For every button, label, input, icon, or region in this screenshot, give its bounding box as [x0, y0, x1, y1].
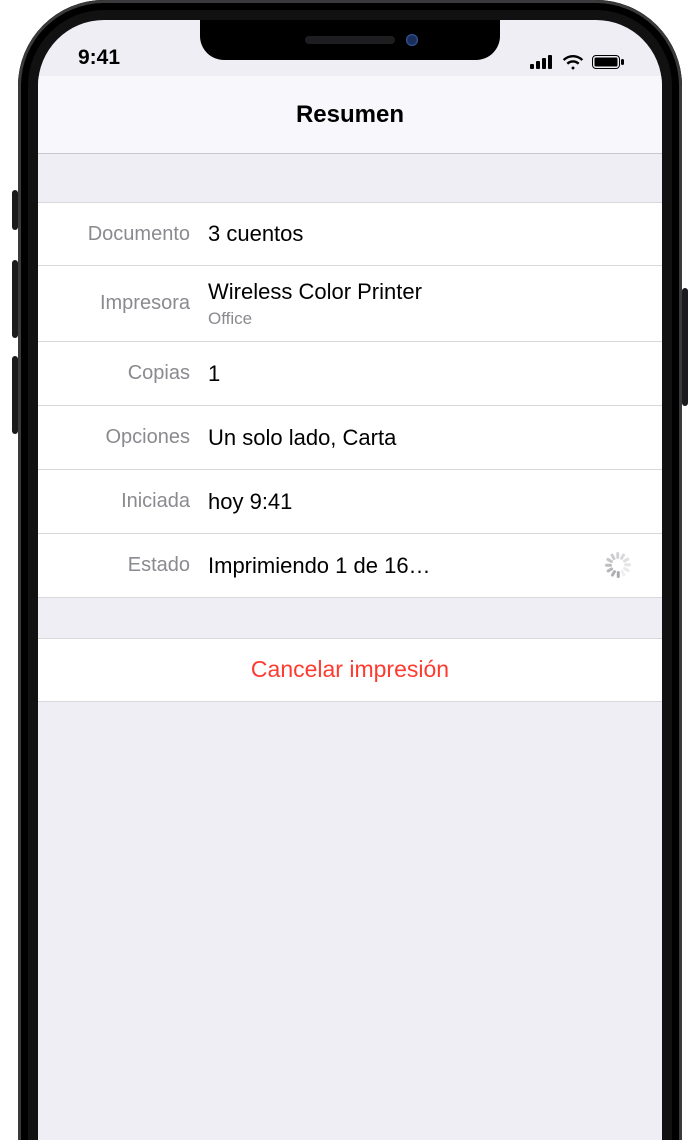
row-status: Estado Imprimiendo 1 de 16… [38, 534, 662, 598]
row-copies-label: Copias [38, 362, 208, 385]
row-printer-sub: Office [208, 308, 642, 329]
side-button [682, 288, 688, 406]
row-status-value: Imprimiendo 1 de 16… [208, 552, 594, 580]
row-document-value: 3 cuentos [208, 220, 642, 248]
wifi-icon [562, 54, 584, 70]
page-title: Resumen [296, 101, 404, 129]
section-gap [38, 154, 662, 202]
row-printer: Impresora Wireless Color Printer Office [38, 266, 662, 342]
row-document: Documento 3 cuentos [38, 202, 662, 266]
screen: 9:41 [38, 20, 662, 1140]
row-started: Iniciada hoy 9:41 [38, 470, 662, 534]
row-status-label: Estado [38, 554, 208, 577]
row-options-label: Opciones [38, 426, 208, 449]
mute-switch [12, 190, 18, 230]
row-options-value: Un solo lado, Carta [208, 424, 642, 452]
speaker-grille [305, 36, 395, 44]
navbar: Resumen [38, 76, 662, 154]
cancel-print-label: Cancelar impresión [251, 656, 449, 683]
cancel-print-button[interactable]: Cancelar impresión [38, 638, 662, 702]
row-printer-label: Impresora [38, 292, 208, 315]
row-started-value: hoy 9:41 [208, 488, 642, 516]
row-printer-value: Wireless Color Printer [208, 278, 642, 306]
front-camera [406, 34, 418, 46]
device-frame: 9:41 [18, 0, 682, 1140]
notch [200, 20, 500, 60]
row-started-label: Iniciada [38, 490, 208, 513]
row-document-label: Documento [38, 223, 208, 246]
row-copies: Copias 1 [38, 342, 662, 406]
spinner-icon [605, 552, 631, 578]
cellular-icon [530, 55, 554, 69]
row-options: Opciones Un solo lado, Carta [38, 406, 662, 470]
volume-down-button [12, 356, 18, 434]
status-indicators [530, 54, 630, 70]
status-time: 9:41 [78, 46, 120, 70]
volume-up-button [12, 260, 18, 338]
summary-table: Documento 3 cuentos Impresora Wireless C… [38, 202, 662, 598]
battery-icon [592, 55, 624, 69]
row-copies-value: 1 [208, 360, 642, 388]
